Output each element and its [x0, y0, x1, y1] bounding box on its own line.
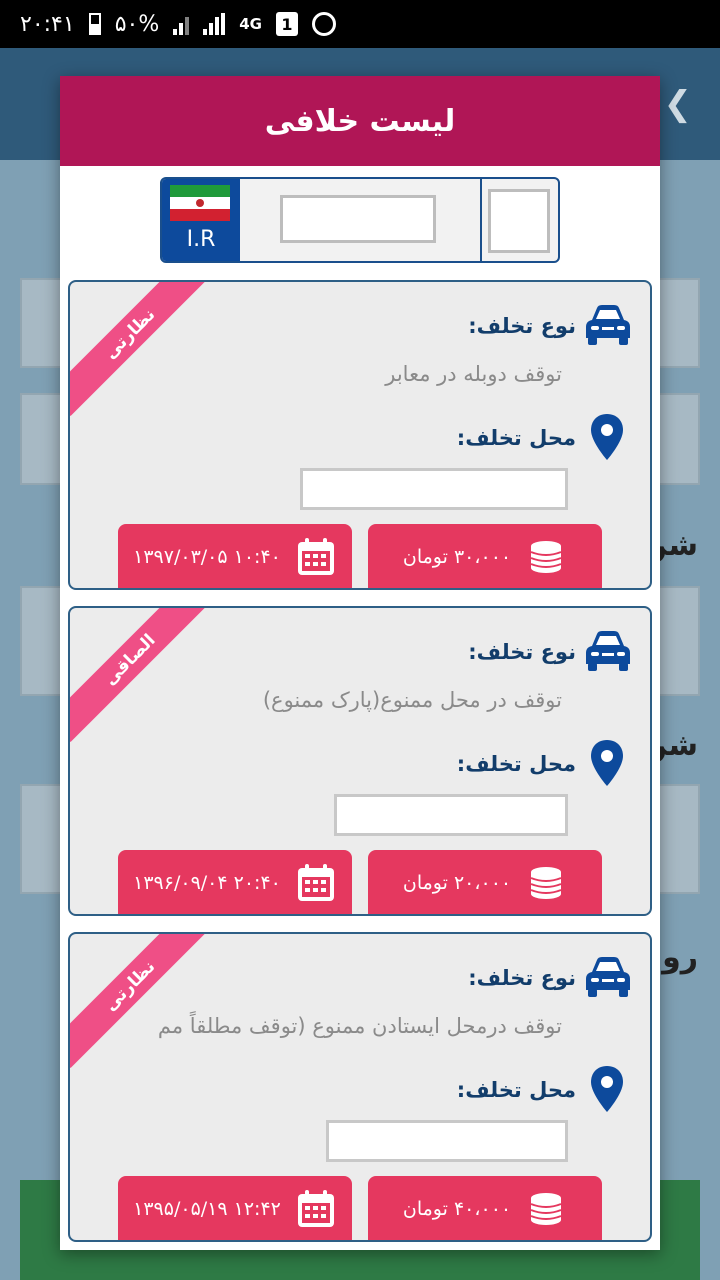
violation-type-label: نوع تخلف: — [468, 640, 576, 664]
status-time: ۲۰:۴۱ — [20, 11, 75, 37]
iran-flag-icon — [170, 185, 230, 221]
plate-region-field — [488, 189, 550, 253]
dialog-title: لیست خلافی — [60, 76, 660, 166]
map-pin-icon — [591, 414, 623, 460]
violation-type-value: توقف دوبله در معابر — [385, 362, 562, 386]
violation-type-value: توقف درمحل ایستادن ممنوع (توقف مطلقاً مم — [157, 1014, 562, 1038]
battery-level: ۵۰% — [114, 11, 160, 37]
plate-divider — [480, 179, 482, 261]
violation-location-field — [300, 468, 568, 510]
amount-button[interactable]: ۳۰،۰۰۰ تومان — [368, 524, 602, 588]
signal-icon-2 — [203, 13, 226, 35]
violation-location-field — [334, 794, 568, 836]
car-icon — [586, 305, 630, 345]
violations-dialog: لیست خلافی I.R نظارتی نوع تخلف: توقف دوب… — [60, 76, 660, 1250]
violation-location-field — [326, 1120, 568, 1162]
map-pin-icon — [591, 740, 623, 786]
amount-text: ۲۰،۰۰۰ تومان — [402, 872, 512, 894]
license-plate: I.R — [160, 177, 560, 263]
violation-location-label: محل تخلف: — [456, 426, 576, 450]
chevron-left-icon: ❮ — [663, 84, 693, 124]
amount-button[interactable]: ۴۰،۰۰۰ تومان — [368, 1176, 602, 1240]
amount-text: ۳۰،۰۰۰ تومان — [402, 546, 512, 568]
date-text: ۱۲:۴۲ ۱۳۹۵/۰۵/۱۹ — [133, 1198, 281, 1220]
violation-category-ribbon: نظارتی — [70, 934, 213, 1069]
plate-country-section: I.R — [162, 179, 240, 261]
map-pin-icon — [591, 1066, 623, 1112]
violation-category-ribbon: نظارتی — [70, 282, 213, 417]
violation-type-label: نوع تخلف: — [468, 314, 576, 338]
sim-badge: 1 — [275, 12, 298, 36]
violation-card[interactable]: الصاقی نوع تخلف: توقف در محل ممنوع(پارک … — [68, 606, 652, 916]
signal-icon — [173, 13, 190, 35]
plate-number-field — [280, 195, 436, 243]
date-button[interactable]: ۱۰:۴۰ ۱۳۹۷/۰۳/۰۵ — [118, 524, 352, 588]
date-button[interactable]: ۲۰:۴۰ ۱۳۹۶/۰۹/۰۴ — [118, 850, 352, 914]
alarm-icon — [311, 12, 336, 36]
network-type: 4G — [239, 15, 262, 33]
violation-type-label: نوع تخلف: — [468, 966, 576, 990]
coins-icon — [530, 1193, 562, 1225]
date-text: ۱۰:۴۰ ۱۳۹۷/۰۳/۰۵ — [133, 546, 281, 568]
violation-category-ribbon: الصاقی — [70, 608, 213, 743]
calendar-icon — [297, 538, 334, 575]
violation-type-value: توقف در محل ممنوع(پارک ممنوع) — [262, 688, 562, 712]
amount-text: ۴۰،۰۰۰ تومان — [402, 1198, 512, 1220]
amount-button[interactable]: ۲۰،۰۰۰ تومان — [368, 850, 602, 914]
plate-country-code: I.R — [186, 227, 216, 252]
violation-card[interactable]: نظارتی نوع تخلف: توقف درمحل ایستادن ممنو… — [68, 932, 652, 1242]
date-button[interactable]: ۱۲:۴۲ ۱۳۹۵/۰۵/۱۹ — [118, 1176, 352, 1240]
coins-icon — [530, 867, 562, 899]
car-icon — [586, 957, 630, 997]
violation-location-label: محل تخلف: — [456, 752, 576, 776]
coins-icon — [530, 541, 562, 573]
calendar-icon — [297, 864, 334, 901]
date-text: ۲۰:۴۰ ۱۳۹۶/۰۹/۰۴ — [133, 872, 281, 894]
violation-card[interactable]: نظارتی نوع تخلف: توقف دوبله در معابر محل… — [68, 280, 652, 590]
car-icon — [586, 631, 630, 671]
violation-location-label: محل تخلف: — [456, 1078, 576, 1102]
status-bar: ۲۰:۴۱ ۵۰% 4G 1 — [0, 0, 720, 48]
battery-icon — [88, 13, 101, 35]
calendar-icon — [297, 1190, 334, 1227]
